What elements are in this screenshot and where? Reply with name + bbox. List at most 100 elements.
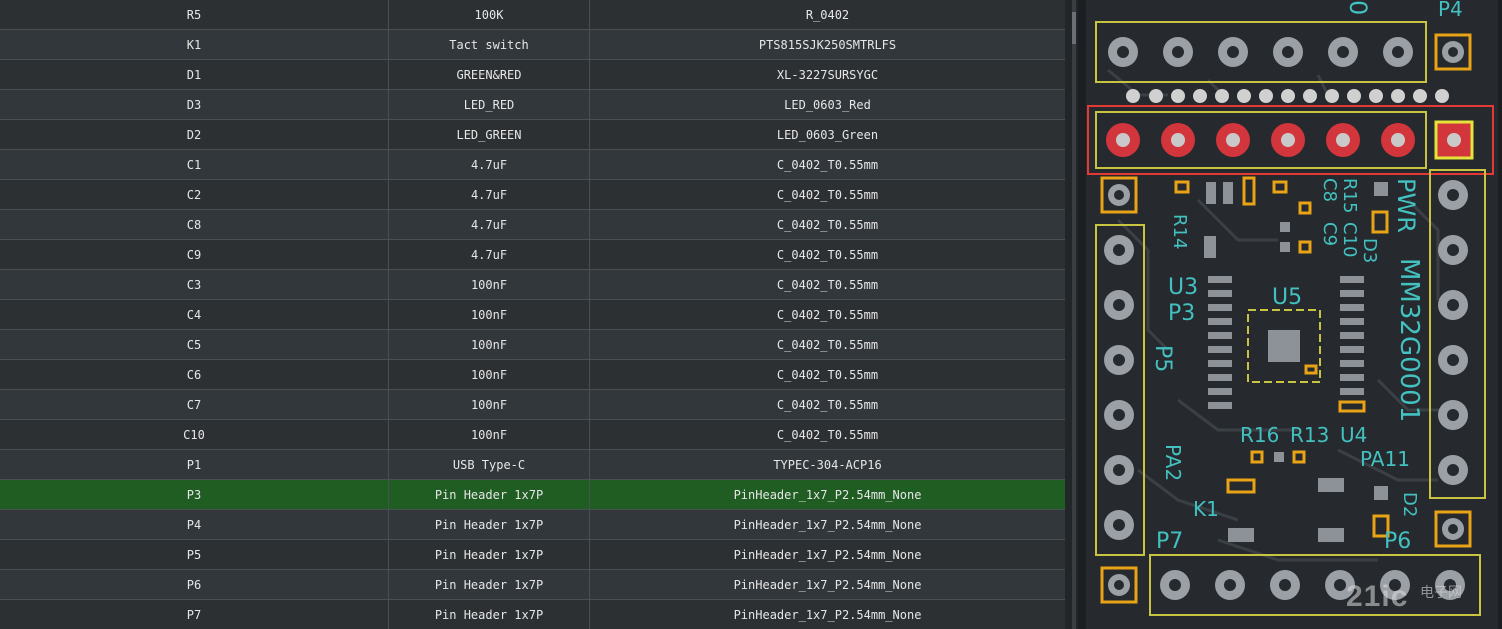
footprint-cell[interactable]: PinHeader_1x7_P2.54mm_None <box>590 510 1065 540</box>
designator-cell[interactable]: C1 <box>0 150 389 180</box>
designator-cell[interactable]: D1 <box>0 60 389 90</box>
bom-row[interactable]: P7 Pin Header 1x7P PinHeader_1x7_P2.54mm_N… <box>0 600 1065 629</box>
value-cell[interactable]: Pin Header 1x7P <box>389 570 590 600</box>
value-cell[interactable]: 100nF <box>389 270 590 300</box>
value-cell[interactable]: 4.7uF <box>389 210 590 240</box>
footprint-cell[interactable]: C_0402_T0.55mm <box>590 390 1065 420</box>
bom-row[interactable]: C2 4.7uF C_0402_T0.55mm <box>0 180 1065 210</box>
bom-row[interactable]: P4 Pin Header 1x7P PinHeader_1x7_P2.54mm_N… <box>0 510 1065 540</box>
bom-row[interactable]: C4 100nF C_0402_T0.55mm <box>0 300 1065 330</box>
designator-cell[interactable]: P5 <box>0 540 389 570</box>
label-p6: P6 <box>1384 529 1411 554</box>
footprint-cell[interactable]: C_0402_T0.55mm <box>590 240 1065 270</box>
value-cell[interactable]: 100K <box>389 0 590 30</box>
scrollbar-track[interactable] <box>1072 0 1076 629</box>
value-cell[interactable]: Pin Header 1x7P <box>389 600 590 629</box>
designator-cell[interactable]: P3 <box>0 480 389 510</box>
pcb-view[interactable]: P4 0 PWR MM32G0001 R15 C8 C10 C9 D3 R14 … <box>1078 0 1502 629</box>
designator-cell[interactable]: P1 <box>0 450 389 480</box>
bom-row[interactable]: P5 Pin Header 1x7P PinHeader_1x7_P2.54mm_N… <box>0 540 1065 570</box>
value-cell[interactable]: 100nF <box>389 420 590 450</box>
value-cell[interactable]: Pin Header 1x7P <box>389 540 590 570</box>
bom-row[interactable]: K1 Tact switch PTS815SJK250SMTRLFS <box>0 30 1065 60</box>
value-cell[interactable]: 100nF <box>389 330 590 360</box>
footprint-cell[interactable]: C_0402_T0.55mm <box>590 210 1065 240</box>
bom-row[interactable]: D1 GREEN&RED XL-3227SURSYGC <box>0 60 1065 90</box>
bom-row[interactable]: C9 4.7uF C_0402_T0.55mm <box>0 240 1065 270</box>
value-cell[interactable]: USB Type-C <box>389 450 590 480</box>
value-cell[interactable]: 4.7uF <box>389 240 590 270</box>
value-cell[interactable]: Tact switch <box>389 30 590 60</box>
footprint-cell[interactable]: TYPEC-304-ACP16 <box>590 450 1065 480</box>
pcb-canvas[interactable]: P4 0 PWR MM32G0001 R15 C8 C10 C9 D3 R14 … <box>1078 0 1502 629</box>
footprint-cell[interactable]: XL-3227SURSYGC <box>590 60 1065 90</box>
designator-cell[interactable]: C2 <box>0 180 389 210</box>
footprint-cell[interactable]: C_0402_T0.55mm <box>590 360 1065 390</box>
bom-row[interactable]: C5 100nF C_0402_T0.55mm <box>0 330 1065 360</box>
footprint-cell[interactable]: PinHeader_1x7_P2.54mm_None <box>590 480 1065 510</box>
designator-cell[interactable]: D3 <box>0 90 389 120</box>
designator-cell[interactable]: C6 <box>0 360 389 390</box>
designator-cell[interactable]: C5 <box>0 330 389 360</box>
bom-row[interactable]: C10 100nF C_0402_T0.55mm <box>0 420 1065 450</box>
bom-row[interactable]: C8 4.7uF C_0402_T0.55mm <box>0 210 1065 240</box>
bom-row[interactable]: D3 LED_RED LED_0603_Red <box>0 90 1065 120</box>
bom-row[interactable]: D2 LED_GREEN LED_0603_Green <box>0 120 1065 150</box>
label-d2: D2 <box>1399 492 1420 517</box>
footprint-cell[interactable]: PinHeader_1x7_P2.54mm_None <box>590 540 1065 570</box>
bom-row[interactable]: P1 USB Type-C TYPEC-304-ACP16 <box>0 450 1065 480</box>
footprint-cell[interactable]: PTS815SJK250SMTRLFS <box>590 30 1065 60</box>
footprint-cell[interactable]: C_0402_T0.55mm <box>590 180 1065 210</box>
footprint-cell[interactable]: C_0402_T0.55mm <box>590 300 1065 330</box>
bom-row[interactable]: P6 Pin Header 1x7P PinHeader_1x7_P2.54mm_N… <box>0 570 1065 600</box>
footprint-cell[interactable]: LED_0603_Red <box>590 90 1065 120</box>
designator-cell[interactable]: C8 <box>0 210 389 240</box>
designator-cell[interactable]: C4 <box>0 300 389 330</box>
bom-row[interactable]: C1 4.7uF C_0402_T0.55mm <box>0 150 1065 180</box>
label-r16: R16 <box>1240 423 1279 447</box>
value-cell[interactable]: GREEN&RED <box>389 60 590 90</box>
designator-cell[interactable]: C9 <box>0 240 389 270</box>
label-c10: C10 <box>1339 222 1360 257</box>
footprint-cell[interactable]: PinHeader_1x7_P2.54mm_None <box>590 600 1065 629</box>
value-cell[interactable]: 4.7uF <box>389 150 590 180</box>
footprint-cell[interactable]: C_0402_T0.55mm <box>590 330 1065 360</box>
label-mcu: MM32G0001 <box>1394 258 1424 422</box>
label-p3: P3 <box>1168 301 1195 326</box>
scrollbar-thumb[interactable] <box>1072 12 1076 44</box>
footprint-cell[interactable]: C_0402_T0.55mm <box>590 420 1065 450</box>
bom-row[interactable]: C3 100nF C_0402_T0.55mm <box>0 270 1065 300</box>
value-cell[interactable]: 100nF <box>389 360 590 390</box>
label-c8: C8 <box>1319 178 1340 202</box>
value-cell[interactable]: LED_RED <box>389 90 590 120</box>
bom-row[interactable]: R5 100K R_0402 <box>0 0 1065 30</box>
value-cell[interactable]: Pin Header 1x7P <box>389 480 590 510</box>
footprint-cell[interactable]: C_0402_T0.55mm <box>590 270 1065 300</box>
designator-cell[interactable]: D2 <box>0 120 389 150</box>
footprint-cell[interactable]: LED_0603_Green <box>590 120 1065 150</box>
value-cell[interactable]: 4.7uF <box>389 180 590 210</box>
footprint-cell[interactable]: PinHeader_1x7_P2.54mm_None <box>590 570 1065 600</box>
designator-cell[interactable]: C7 <box>0 390 389 420</box>
bom-row[interactable]: C7 100nF C_0402_T0.55mm <box>0 390 1065 420</box>
footprint-cell[interactable]: C_0402_T0.55mm <box>590 150 1065 180</box>
label-pa11: PA11 <box>1360 447 1410 471</box>
value-cell[interactable]: LED_GREEN <box>389 120 590 150</box>
value-cell[interactable]: 100nF <box>389 300 590 330</box>
bom-row[interactable]: C6 100nF C_0402_T0.55mm <box>0 360 1065 390</box>
footprint-cell[interactable]: R_0402 <box>590 0 1065 30</box>
label-r14: R14 <box>1169 214 1190 249</box>
designator-cell[interactable]: P6 <box>0 570 389 600</box>
designator-cell[interactable]: R5 <box>0 0 389 30</box>
label-pa2: PA2 <box>1161 444 1185 481</box>
bom-row[interactable]: P3 Pin Header 1x7P PinHeader_1x7_P2.54mm_N… <box>0 480 1065 510</box>
designator-cell[interactable]: P4 <box>0 510 389 540</box>
label-k1: K1 <box>1193 497 1219 521</box>
value-cell[interactable]: Pin Header 1x7P <box>389 510 590 540</box>
value-cell[interactable]: 100nF <box>389 390 590 420</box>
designator-cell[interactable]: C10 <box>0 420 389 450</box>
designator-cell[interactable]: C3 <box>0 270 389 300</box>
designator-cell[interactable]: P7 <box>0 600 389 629</box>
designator-cell[interactable]: K1 <box>0 30 389 60</box>
label-p5: P5 <box>1150 345 1175 372</box>
